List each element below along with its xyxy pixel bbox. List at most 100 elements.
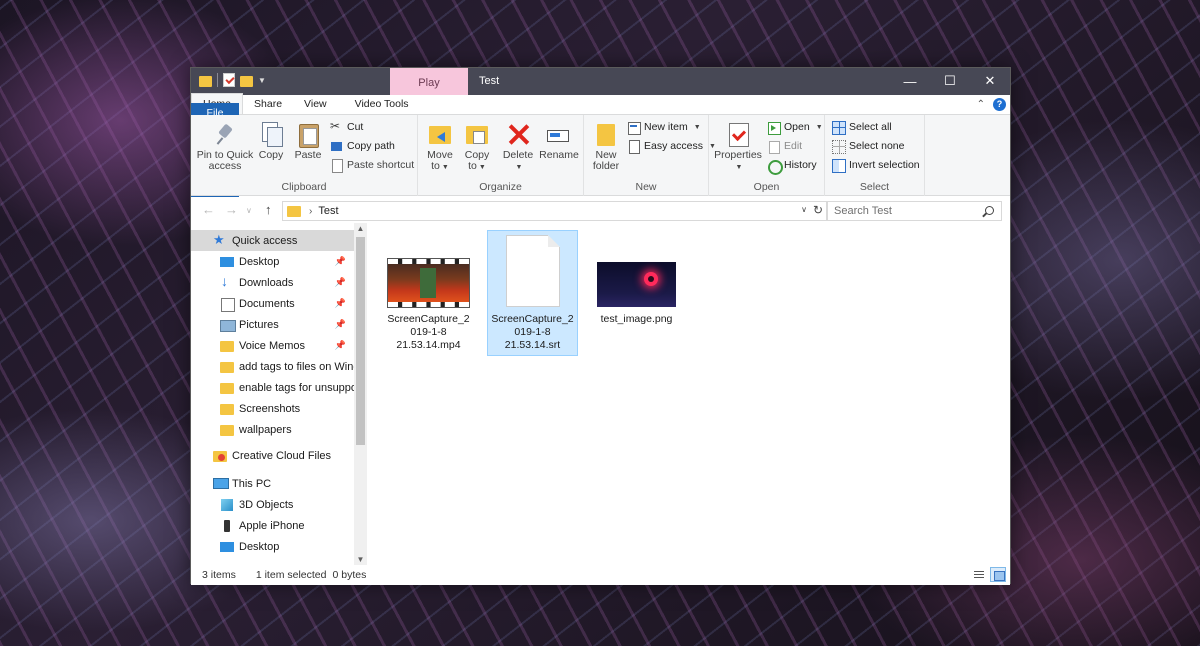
tab-video-tools[interactable]: Video Tools [344,94,420,114]
select-all-button[interactable]: Select all [832,119,892,135]
new-item-button[interactable]: New item ▼ [627,119,701,135]
help-icon[interactable]: ? [993,97,1006,111]
copy-button[interactable]: Copy [256,121,286,161]
clipboard-group-label: Clipboard [281,181,327,193]
open-button[interactable]: Open ▼ [767,119,823,135]
nav-item-desktop[interactable]: Desktop 📌 [191,251,354,272]
scroll-down-icon[interactable]: ▼ [354,555,367,564]
file-item-mp4[interactable]: ScreenCapture_2 019-1-8 21.53.14.mp4 [383,231,474,357]
rename-button[interactable]: Rename [538,121,580,161]
nav-item-creative-cloud[interactable]: Creative Cloud Files [191,445,354,466]
downloads-icon [220,273,234,289]
nav-label: add tags to files on Windo [239,360,354,373]
pin-icon[interactable]: 📌 [335,319,346,330]
collapse-ribbon-icon[interactable]: ⌃ [977,99,985,110]
copy-path-label: Copy path [347,140,395,152]
copy-icon [258,121,284,147]
copy-to-button[interactable]: Copy to ▼ [461,121,493,173]
file-item-png[interactable]: test_image.png [591,231,682,357]
large-icons-view-icon[interactable] [990,567,1006,582]
clipboard-icon [295,121,321,148]
scrollbar-thumb[interactable] [356,237,365,445]
properties-icon[interactable] [223,73,235,87]
details-view-icon[interactable] [970,567,986,582]
copy-path-button[interactable]: Copy path [330,138,395,154]
nav-item-wallpapers[interactable]: wallpapers [191,419,354,440]
pin-icon[interactable]: 📌 [335,256,346,267]
nav-scrollbar[interactable]: ▲ ▼ [354,223,367,565]
nav-item-pictures[interactable]: Pictures 📌 [191,314,354,335]
title-bar[interactable]: ▼ Play Test — ☐ ✕ [191,68,1010,95]
select-none-label: Select none [849,140,905,152]
breadcrumb-chevron-icon[interactable]: › [309,206,312,217]
pin-to-quick-access-button[interactable]: Pin to Quick access [196,121,254,172]
file-item-srt[interactable]: ScreenCapture_2 019-1-8 21.53.14.srt [487,230,578,356]
easy-access-button[interactable]: Easy access ▼ [627,138,716,154]
tab-share[interactable]: Share [243,94,293,114]
nav-item-screenshots[interactable]: Screenshots [191,398,354,419]
paste-button[interactable]: Paste [293,121,323,161]
open-group: Properties ▼ Open ▼ Edit History Open [709,115,825,196]
cut-button[interactable]: Cut [330,119,363,135]
3d-objects-icon [220,498,234,511]
nav-item-add-tags[interactable]: add tags to files on Windo [191,356,354,377]
copy-to-label-2: to [468,160,477,172]
chevron-down-icon: ▼ [441,164,449,171]
nav-label: Pictures [239,318,279,331]
move-to-button[interactable]: Move to ▼ [424,121,456,173]
forward-arrow-icon[interactable]: → [225,202,238,217]
select-none-button[interactable]: Select none [832,138,904,154]
edit-label: Edit [784,140,803,152]
tab-play-context[interactable]: Play [390,68,468,95]
nav-item-desktop-pc[interactable]: Desktop [191,536,354,557]
recent-locations-icon[interactable]: ∨ [246,206,252,215]
star-icon [213,232,227,248]
search-box[interactable] [826,201,1002,221]
edit-button[interactable]: Edit [767,138,802,154]
refresh-icon[interactable]: ↻ [813,203,823,217]
invert-selection-button[interactable]: Invert selection [832,157,920,173]
open-group-label: Open [753,181,780,193]
nav-item-apple-iphone[interactable]: Apple iPhone [191,515,354,536]
paste-shortcut-icon [330,158,343,173]
address-dropdown-icon[interactable]: ∨ [801,205,807,214]
nav-item-this-pc[interactable]: This PC [191,473,354,494]
file-explorer-window: ▼ Play Test — ☐ ✕ File Home Share View V… [190,67,1011,585]
address-bar[interactable]: › Test ∨ ↻ [282,201,828,221]
pin-icon[interactable]: 📌 [335,298,346,309]
folder-icon [220,382,234,394]
paste-shortcut-label: Paste shortcut [347,159,415,171]
delete-button[interactable]: Delete ▼ [500,121,536,173]
breadcrumb-test[interactable]: Test [318,205,338,217]
maximize-button[interactable]: ☐ [930,68,970,94]
back-arrow-icon[interactable]: ← [202,202,215,217]
nav-item-3d-objects[interactable]: 3D Objects [191,494,354,515]
select-all-icon [832,120,846,135]
nav-item-enable-tags[interactable]: enable tags for unsupporte [191,377,354,398]
customize-toolbar-icon[interactable]: ▼ [258,76,266,85]
new-folder-button[interactable]: New folder [590,121,622,172]
nav-item-quick-access[interactable]: Quick access [191,230,354,251]
video-thumbnail [388,259,469,307]
history-button[interactable]: History [767,157,817,175]
nav-item-downloads[interactable]: Downloads 📌 [191,272,354,293]
search-icon[interactable] [985,206,994,215]
scroll-up-icon[interactable]: ▲ [354,224,367,233]
search-input[interactable] [834,205,984,217]
pin-icon[interactable]: 📌 [335,340,346,351]
rename-icon [546,121,572,147]
nav-item-documents[interactable]: Documents 📌 [191,293,354,314]
pin-icon[interactable]: 📌 [335,277,346,288]
new-folder-icon[interactable] [240,75,253,87]
organize-group: Move to ▼ Copy to ▼ Delete ▼ Rename Organi… [418,115,584,196]
nav-label: Desktop [239,540,280,553]
new-folder-label-2: folder [592,160,620,172]
paste-shortcut-button[interactable]: Paste shortcut [330,157,414,173]
minimize-button[interactable]: — [890,68,930,94]
quick-access-toolbar: ▼ [199,73,266,87]
close-button[interactable]: ✕ [970,68,1010,94]
nav-item-voice-memos[interactable]: Voice Memos 📌 [191,335,354,356]
tab-view[interactable]: View [293,94,338,114]
up-arrow-icon[interactable]: ↑ [265,202,272,217]
properties-button[interactable]: Properties ▼ [714,121,762,173]
